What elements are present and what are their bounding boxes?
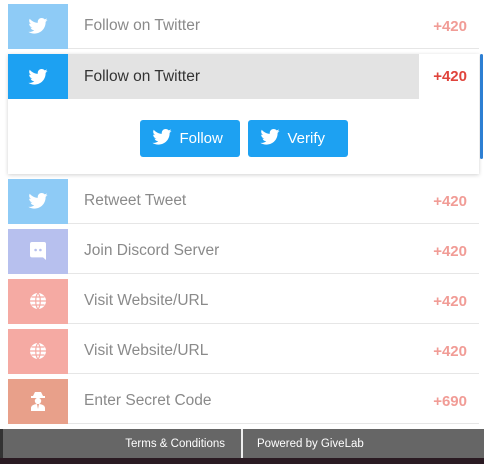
twitter-icon: [8, 54, 68, 99]
verify-button[interactable]: Verify: [247, 120, 348, 157]
entry-label: Retweet Tweet: [84, 192, 187, 209]
twitter-icon: [8, 178, 68, 224]
twitter-icon: [8, 3, 68, 49]
globe-icon: [8, 278, 68, 324]
entry-points: +420: [433, 292, 467, 310]
entry-points: +420: [433, 68, 467, 85]
entry-points: +420: [433, 192, 467, 210]
scrollbar[interactable]: [480, 54, 483, 159]
entry-follow-twitter-expanded: Follow on Twitter +420 Follow Verify: [8, 54, 479, 174]
entry-visit-website[interactable]: Visit Website/URL +420: [8, 328, 479, 374]
entry-label: Follow on Twitter: [84, 17, 201, 34]
entry-points: +420: [433, 17, 467, 35]
entry-visit-website[interactable]: Visit Website/URL +420: [8, 278, 479, 324]
entry-actions: Follow Verify: [8, 120, 479, 157]
verify-label: Verify: [287, 130, 326, 147]
twitter-icon: [259, 128, 280, 149]
terms-link[interactable]: Terms & Conditions: [3, 429, 243, 458]
powered-by-link[interactable]: Powered by GiveLab: [243, 429, 484, 458]
entry-retweet[interactable]: Retweet Tweet +420: [8, 178, 479, 224]
footer: Terms & Conditions Powered by GiveLab: [3, 429, 484, 458]
entry-secret-code[interactable]: Enter Secret Code +690: [8, 378, 479, 424]
discord-icon: [8, 228, 68, 274]
entry-label: Visit Website/URL: [84, 292, 209, 309]
secret-agent-icon: [8, 378, 68, 424]
entry-label: Visit Website/URL: [84, 342, 209, 359]
entry-label: Enter Secret Code: [84, 392, 212, 409]
entry-points: +420: [433, 242, 467, 260]
entry-discord[interactable]: Join Discord Server +420: [8, 228, 479, 274]
follow-label: Follow: [179, 130, 223, 147]
twitter-icon: [151, 128, 172, 149]
globe-icon: [8, 328, 68, 374]
entry-label: Follow on Twitter: [68, 54, 419, 99]
follow-button[interactable]: Follow: [139, 120, 240, 157]
bottom-bar: [0, 458, 484, 464]
entry-header[interactable]: Follow on Twitter +420: [8, 54, 479, 99]
entry-label: Join Discord Server: [84, 242, 220, 259]
entry-points: +690: [433, 392, 467, 410]
giveaway-widget: Follow on Twitter +420 Follow on Twitter…: [0, 0, 484, 464]
entry-follow-twitter[interactable]: Follow on Twitter +420: [8, 3, 479, 49]
entry-points: +420: [433, 342, 467, 360]
